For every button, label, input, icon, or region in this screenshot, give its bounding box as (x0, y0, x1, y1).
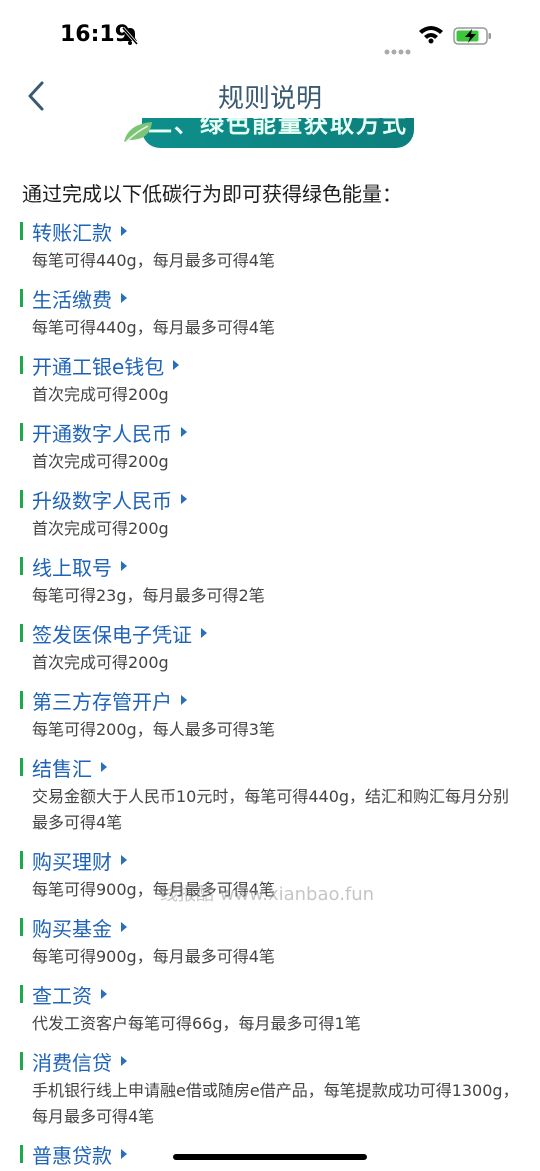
status-bar: 16:19 (0, 0, 540, 70)
item-desc: 手机银行线上申请融e借或随房e借产品，每笔提款成功可得1300g，每月最多可得4… (32, 1081, 519, 1126)
item-link[interactable]: 转账汇款 (20, 214, 520, 248)
caret-right-icon (121, 855, 127, 865)
item-link[interactable]: 购买理财 (20, 843, 520, 877)
item-link[interactable]: 开通数字人民币 (20, 415, 520, 449)
item-desc: 首次完成可得200g (32, 385, 169, 404)
item-desc: 每笔可得440g，每月最多可得4笔 (32, 318, 275, 337)
item-title: 消费信贷 (32, 1050, 112, 1075)
accent-bar (20, 490, 23, 508)
accent-bar (20, 851, 23, 869)
caret-right-icon (181, 427, 187, 437)
caret-right-icon (101, 762, 107, 772)
accent-bar (20, 289, 23, 307)
item-title: 结售汇 (32, 756, 92, 781)
item-desc: 每笔可得23g，每月最多可得2笔 (32, 586, 265, 605)
list-item: 签发医保电子凭证 首次完成可得200g (20, 616, 520, 676)
accent-bar (20, 1052, 23, 1070)
caret-right-icon (181, 695, 187, 705)
list-item: 升级数字人民币 首次完成可得200g (20, 482, 520, 542)
list-item: 转账汇款 每笔可得440g，每月最多可得4笔 (20, 214, 520, 274)
item-title: 查工资 (32, 983, 92, 1008)
item-link[interactable]: 线上取号 (20, 549, 520, 583)
wifi-icon (418, 24, 444, 48)
accent-bar (20, 918, 23, 936)
item-title: 开通数字人民币 (32, 421, 172, 446)
item-desc: 每笔可得900g，每月最多可得4笔 (32, 947, 275, 966)
home-indicator[interactable] (173, 1154, 367, 1160)
item-link[interactable]: 结售汇 (20, 750, 520, 784)
list-item: 开通工银e钱包 首次完成可得200g (20, 348, 520, 408)
item-link[interactable]: 第三方存管开户 (20, 683, 520, 717)
caret-right-icon (121, 1056, 127, 1066)
item-title: 生活缴费 (32, 287, 112, 312)
item-link[interactable]: 开通工银e钱包 (20, 348, 520, 382)
accent-bar (20, 624, 23, 642)
item-desc: 首次完成可得200g (32, 519, 169, 538)
caret-right-icon (121, 1149, 127, 1159)
item-desc: 首次完成可得200g (32, 452, 169, 471)
caret-right-icon (121, 226, 127, 236)
item-title: 普惠贷款 (32, 1143, 112, 1168)
item-title: 转账汇款 (32, 220, 112, 245)
page-title: 规则说明 (217, 84, 322, 114)
signal-dots-icon (384, 40, 412, 59)
item-desc: 每笔可得200g，每人最多可得3笔 (32, 720, 275, 739)
accent-bar (20, 557, 23, 575)
item-desc: 首次完成可得200g (32, 653, 169, 672)
list-item: 购买基金 每笔可得900g，每月最多可得4笔 (20, 910, 520, 970)
accent-bar (20, 222, 23, 240)
intro-text: 通过完成以下低碳行为即可获得绿色能量： (22, 182, 402, 206)
accent-bar (20, 423, 23, 441)
item-link[interactable]: 查工资 (20, 977, 520, 1011)
list-item: 第三方存管开户 每笔可得200g，每人最多可得3笔 (20, 683, 520, 743)
item-desc: 交易金额大于人民币10元时，每笔可得440g，结汇和购汇每月分别最多可得4笔 (32, 787, 510, 832)
accent-bar (20, 356, 23, 374)
nav-bar: 规则说明 (0, 70, 540, 124)
caret-right-icon (173, 360, 180, 370)
item-desc: 每笔可得440g，每月最多可得4笔 (32, 251, 275, 270)
caret-right-icon (121, 293, 127, 303)
caret-right-icon (101, 989, 107, 999)
item-link[interactable]: 签发医保电子凭证 (20, 616, 520, 650)
accent-bar (20, 985, 23, 1003)
item-title: 购买基金 (32, 916, 112, 941)
item-link[interactable]: 升级数字人民币 (20, 482, 520, 516)
caret-right-icon (201, 628, 207, 638)
accent-bar (20, 1145, 23, 1163)
accent-bar (20, 758, 23, 776)
list-item: 查工资 代发工资客户每笔可得66g，每月最多可得1笔 (20, 977, 520, 1037)
caret-right-icon (121, 922, 127, 932)
item-title: 购买理财 (32, 849, 112, 874)
caret-right-icon (121, 561, 127, 571)
item-desc: 代发工资客户每笔可得66g，每月最多可得1笔 (32, 1014, 361, 1033)
list-item: 开通数字人民币 首次完成可得200g (20, 415, 520, 475)
item-title: 升级数字人民币 (32, 488, 172, 513)
mute-bell-icon (120, 26, 140, 50)
item-link[interactable]: 消费信贷 (20, 1044, 520, 1078)
list-item: 生活缴费 每笔可得440g，每月最多可得4笔 (20, 281, 520, 341)
energy-rule-list: 转账汇款 每笔可得440g，每月最多可得4笔 生活缴费 每笔可得440g，每月最… (20, 214, 520, 1171)
list-item: 结售汇 交易金额大于人民币10元时，每笔可得440g，结汇和购汇每月分别最多可得… (20, 750, 520, 836)
item-link[interactable]: 购买基金 (20, 910, 520, 944)
list-item: 消费信贷 手机银行线上申请融e借或随房e借产品，每笔提款成功可得1300g，每月… (20, 1044, 520, 1130)
battery-charging-icon (453, 26, 493, 50)
item-title: 线上取号 (32, 555, 112, 580)
item-title: 开通工银e钱包 (32, 354, 165, 379)
list-item: 线上取号 每笔可得23g，每月最多可得2笔 (20, 549, 520, 609)
item-title: 签发医保电子凭证 (32, 622, 192, 647)
item-title: 第三方存管开户 (32, 689, 172, 714)
accent-bar (20, 691, 23, 709)
caret-right-icon (181, 494, 187, 504)
item-link[interactable]: 生活缴费 (20, 281, 520, 315)
watermark: 线报酷 www.xianbao.fun (160, 884, 375, 905)
